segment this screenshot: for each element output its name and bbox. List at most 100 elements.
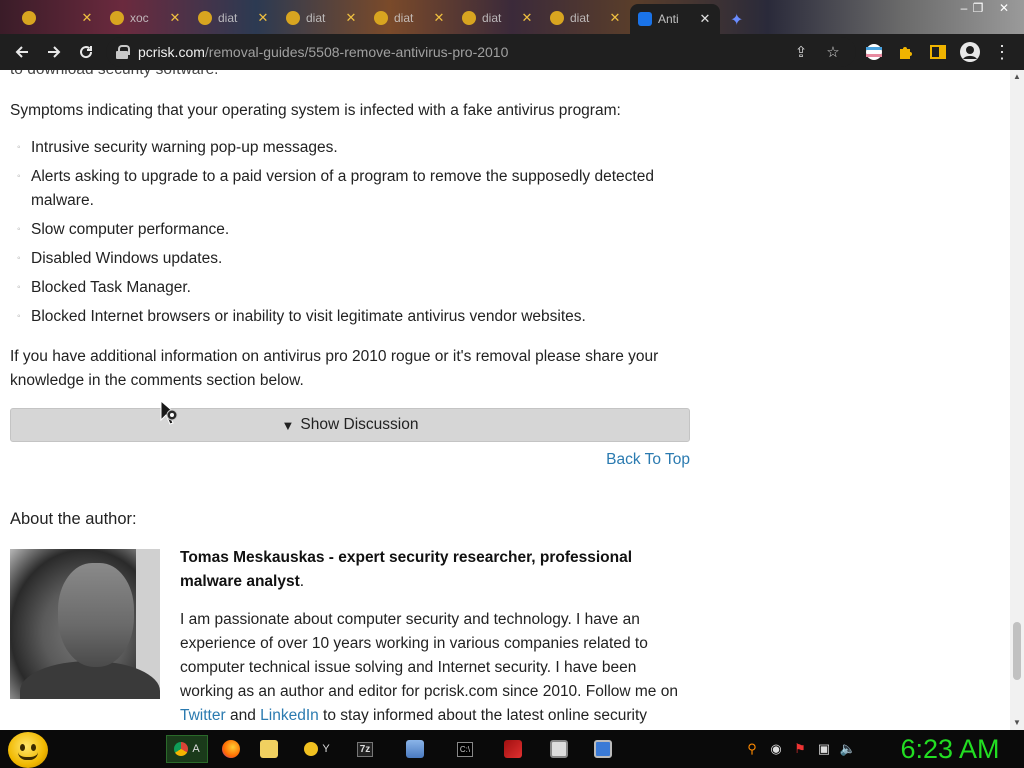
taskbar-flash-button[interactable] [492,735,534,763]
tab-favicon-icon [286,11,300,25]
browser-tab-active[interactable]: Anti ✕ [630,4,720,34]
back-arrow-icon[interactable] [6,36,38,68]
back-to-top-link[interactable]: Back To Top [590,451,690,469]
author-bio-and: and [225,707,261,724]
show-discussion-button[interactable]: ▼ Show Discussion [10,408,690,442]
browser-tab[interactable]: diat ✕ [542,4,630,32]
tab-favicon-icon [550,11,564,25]
cmd-icon: C:\ [456,741,474,757]
browser-tab[interactable]: diat ✕ [454,4,542,32]
list-item-text: Blocked Internet browsers or inability t… [31,308,586,325]
taskbar-window-button[interactable] [538,735,580,763]
bullet-icon: ◦ [17,253,21,264]
author-photo [10,549,160,699]
volume-icon[interactable]: 🔈 [838,739,858,759]
tab-close-icon[interactable]: ✕ [698,11,712,27]
tab-close-icon[interactable]: ✕ [520,10,534,26]
taskbar-label: A [192,743,200,755]
tab-title: diat [218,11,238,25]
info-paragraph: If you have additional information on an… [10,348,659,389]
author-bio-text: I am passionate about computer security … [180,611,678,700]
system-tray: ⚲ ◉ ⚑ ▣ 🔈 [742,738,862,760]
new-tab-icon[interactable]: ✦ [730,10,746,29]
symptoms-intro: Symptoms indicating that your operating … [10,102,621,119]
twitter-link[interactable]: Twitter [180,707,226,724]
tab-title: diat [570,11,590,25]
taskbar-notepad-button[interactable] [394,735,436,763]
taskbar-chrome-button[interactable]: A [166,735,208,763]
tab-title: xoc [130,11,149,25]
side-panel-icon[interactable] [922,36,954,68]
list-item: ◦ Alerts asking to upgrade to a paid vers… [10,165,690,213]
taskbar-7zip-button[interactable]: 7z [344,735,386,763]
taskbar-folder-button[interactable] [248,735,290,763]
screen-icon [594,740,612,758]
share-icon[interactable]: ⇪ [792,43,810,61]
browser-tab[interactable]: diat ✕ [190,4,278,32]
cut-off-text-line: to download security software. [10,70,690,82]
tab-favicon-icon [374,11,388,25]
tab-close-icon[interactable]: ✕ [608,10,622,26]
lock-icon[interactable] [116,45,130,59]
profile-flag-icon[interactable] [858,36,890,68]
list-item: ◦ Slow computer performance. [10,218,690,242]
author-bio: I am passionate about computer security … [180,608,690,728]
tab-title: diat [482,11,502,25]
author-name-period: . [299,573,305,590]
tab-title: diat [306,11,326,25]
taskbar: A Y 7z C:\ ⚲ ◉ ⚑ ▣ 🔈 6:23 AM [0,730,1024,768]
restore-icon[interactable]: ❐ [964,0,992,18]
folder-icon [260,740,278,758]
network-icon[interactable]: ▣ [814,739,834,759]
profile-avatar-icon[interactable] [954,36,986,68]
scroll-thumb[interactable] [1013,622,1021,680]
scroll-down-arrow-icon[interactable]: ▼ [1010,716,1024,730]
search-icon[interactable]: ⚲ [742,739,762,759]
tab-close-icon[interactable]: ✕ [168,10,182,26]
author-name-text: Tomas Meskauskas - expert security resea… [180,549,633,590]
browser-tab[interactable]: diat ✕ [278,4,366,32]
browser-tab[interactable]: xoc ✕ [102,4,190,32]
bookmark-star-icon[interactable]: ☆ [824,43,842,61]
forward-arrow-icon[interactable] [38,36,70,68]
flash-icon [504,740,522,758]
taskbar-clock[interactable]: 6:23 AM [880,732,1020,766]
start-button[interactable] [8,732,48,768]
symptom-list: ◦ Intrusive security warning pop-up messa… [10,136,690,334]
vertical-scrollbar[interactable]: ▲ ▼ [1010,70,1024,730]
menu-kebab-icon[interactable]: ⋮ [986,36,1018,68]
triangle-down-icon: ▼ [281,417,295,433]
list-item-text: Slow computer performance. [31,221,230,238]
author-bio-tail: to stay informed about the latest online… [318,707,648,724]
browser-tab[interactable]: ✕ [14,4,102,32]
linkedin-link[interactable]: LinkedIn [260,707,319,724]
tab-title: Anti [658,12,679,26]
browser-tab[interactable]: diat ✕ [366,4,454,32]
7zip-icon: 7z [356,741,374,757]
window-icon [550,740,568,758]
tab-close-icon[interactable]: ✕ [432,10,446,26]
taskbar-messenger-button[interactable]: Y [296,735,338,763]
chat-bubble-icon[interactable]: ◉ [766,739,786,759]
taskbar-cmd-button[interactable]: C:\ [444,735,486,763]
extensions-puzzle-icon[interactable] [890,36,922,68]
tab-title: diat [394,11,414,25]
window-close-icon[interactable]: ✕ [990,0,1018,18]
tab-favicon-icon [198,11,212,25]
tab-close-icon[interactable]: ✕ [256,10,270,26]
list-item-text: Intrusive security warning pop-up messag… [31,139,338,156]
author-name: Tomas Meskauskas - expert security resea… [180,546,680,594]
action-center-flag-icon[interactable]: ⚑ [790,739,810,759]
tab-favicon-icon [110,11,124,25]
taskbar-screen-button[interactable] [582,735,624,763]
scroll-up-arrow-icon[interactable]: ▲ [1010,70,1024,84]
list-item-text: Alerts asking to upgrade to a paid versi… [31,168,654,209]
url-host: pcrisk.com [138,44,205,60]
browser-toolbar: pcrisk.com /removal-guides/5508-remove-a… [0,34,1024,70]
tab-close-icon[interactable]: ✕ [344,10,358,26]
taskbar-firefox-button[interactable] [210,735,252,763]
mouse-cursor-icon [160,400,178,425]
reload-icon[interactable] [70,36,102,68]
address-bar[interactable]: pcrisk.com /removal-guides/5508-remove-a… [106,37,856,67]
tab-close-icon[interactable]: ✕ [80,10,94,26]
